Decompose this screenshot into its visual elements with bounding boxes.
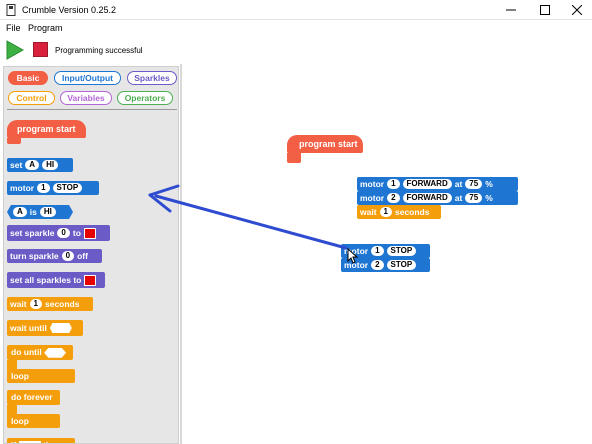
palette-divider bbox=[7, 109, 177, 110]
workspace-motor-forward-1-block[interactable]: motor 1 FORWARD at 75 % bbox=[357, 177, 518, 191]
palette-set-sparkle-block[interactable]: set sparkle 0 to bbox=[7, 225, 110, 241]
menu-bar: File Program bbox=[0, 21, 592, 37]
minimize-button[interactable] bbox=[496, 0, 526, 20]
workspace-wait-block[interactable]: wait 1 seconds bbox=[357, 205, 441, 219]
minimize-icon bbox=[506, 9, 516, 11]
category-control[interactable]: Control bbox=[8, 91, 55, 105]
color-swatch[interactable] bbox=[84, 274, 97, 286]
palette-do-forever-block[interactable]: do forever bbox=[7, 390, 60, 405]
title-bar: Crumble Version 0.25.2 bbox=[0, 0, 592, 20]
workspace-program-start-tab bbox=[287, 153, 301, 163]
app-icon bbox=[6, 4, 16, 16]
close-icon bbox=[572, 5, 582, 15]
run-button[interactable] bbox=[6, 40, 24, 60]
category-input-output[interactable]: Input/Output bbox=[54, 71, 121, 85]
workspace-motor-forward-2-block[interactable]: motor 2 FORWARD at 75 % bbox=[357, 191, 518, 205]
palette-do-until-block[interactable]: do until bbox=[7, 345, 73, 360]
category-operators[interactable]: Operators bbox=[117, 91, 173, 105]
category-basic[interactable]: Basic bbox=[8, 71, 48, 85]
palette-do-forever-loop: loop bbox=[7, 414, 60, 428]
palette-set-all-sparkles-block[interactable]: set all sparkles to bbox=[7, 272, 105, 288]
color-swatch[interactable] bbox=[83, 227, 96, 239]
palette-program-start-tab bbox=[7, 138, 21, 144]
palette-compare-block[interactable]: A is HI bbox=[7, 205, 73, 219]
category-sparkles[interactable]: Sparkles bbox=[127, 71, 177, 85]
palette-if-then-block[interactable]: if then bbox=[7, 438, 75, 443]
palette-do-until-loop: loop bbox=[7, 369, 75, 383]
palette-wait-block[interactable]: wait 1 seconds bbox=[7, 297, 93, 311]
category-variables[interactable]: Variables bbox=[60, 91, 112, 105]
menu-file[interactable]: File bbox=[6, 23, 21, 33]
workspace-program-start-block[interactable]: program start bbox=[287, 135, 363, 153]
palette-motor-block[interactable]: motor 1 STOP bbox=[7, 181, 99, 195]
palette-turn-sparkle-block[interactable]: turn sparkle 0 off bbox=[7, 249, 102, 263]
maximize-icon bbox=[540, 5, 550, 15]
window-title: Crumble Version 0.25.2 bbox=[22, 5, 117, 15]
status-text: Programming successful bbox=[55, 46, 143, 55]
palette-program-start-block[interactable]: program start bbox=[7, 120, 86, 138]
stop-button[interactable] bbox=[33, 42, 48, 57]
block-palette: Basic Input/Output Sparkles Control Vari… bbox=[3, 66, 179, 444]
toolbar: Programming successful bbox=[0, 37, 592, 63]
palette-wait-until-block[interactable]: wait until bbox=[7, 320, 83, 336]
maximize-button[interactable] bbox=[530, 0, 560, 20]
menu-program[interactable]: Program bbox=[28, 23, 63, 33]
close-button[interactable] bbox=[562, 0, 592, 20]
palette-set-block[interactable]: set A HI bbox=[7, 158, 73, 172]
mouse-cursor-icon bbox=[347, 248, 359, 264]
